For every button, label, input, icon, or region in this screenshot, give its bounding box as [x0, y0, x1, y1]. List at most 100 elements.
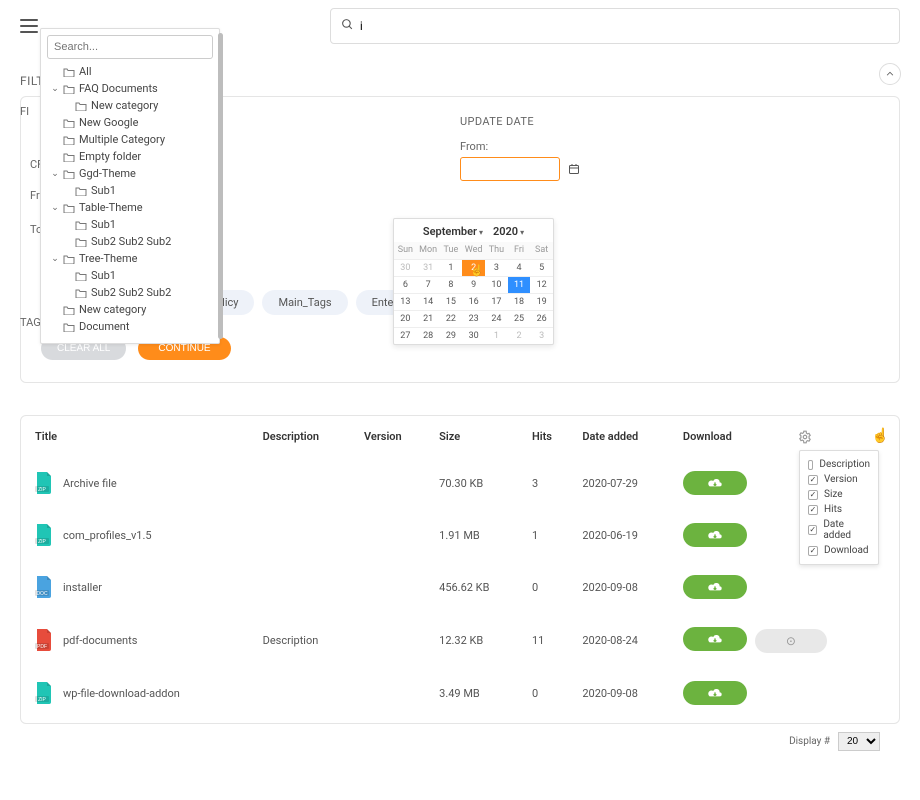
calendar-day[interactable]: 6: [394, 276, 417, 293]
calendar-day[interactable]: 5: [530, 259, 553, 276]
calendar-day[interactable]: 26: [530, 310, 553, 327]
column-toggle-row[interactable]: ✓Size: [808, 487, 870, 502]
tree-search-input[interactable]: [47, 35, 213, 59]
calendar-day[interactable]: 1: [440, 259, 463, 276]
category-tree-panel: All⌄FAQ DocumentsNew categoryNew GoogleM…: [40, 28, 220, 344]
calendar-day[interactable]: 29: [440, 327, 463, 344]
tree-node[interactable]: Sub1: [47, 182, 213, 199]
table-row: ZIPcom_profiles_v1.51.91 MB12020-06-19: [21, 509, 899, 561]
download-button[interactable]: [683, 471, 747, 495]
tree-node[interactable]: New category: [47, 301, 213, 318]
tree-node[interactable]: Document: [47, 318, 213, 335]
search-icon: [341, 18, 354, 34]
calendar-day[interactable]: 3: [530, 327, 553, 344]
download-button[interactable]: [683, 681, 747, 705]
tree-node[interactable]: ⌄Table-Theme: [47, 199, 213, 216]
folder-icon: [75, 186, 87, 196]
menu-toggle[interactable]: [20, 19, 38, 33]
file-title[interactable]: Archive file: [63, 477, 117, 490]
file-title[interactable]: installer: [63, 581, 102, 594]
th-title[interactable]: Title: [21, 416, 255, 457]
file-title[interactable]: com_profiles_v1.5: [63, 529, 152, 542]
folder-icon: [63, 118, 75, 128]
calendar-day[interactable]: 16: [462, 293, 485, 310]
tree-scrollbar[interactable]: [218, 33, 223, 339]
calendar-day[interactable]: 25: [508, 310, 531, 327]
calendar-day[interactable]: 24: [485, 310, 508, 327]
calendar-day[interactable]: 9: [462, 276, 485, 293]
calendar-day[interactable]: 30: [462, 327, 485, 344]
column-toggle-row[interactable]: ✓Hits: [808, 502, 870, 517]
column-toggle-row[interactable]: ✓Download: [808, 543, 870, 558]
svg-text:DOC: DOC: [36, 591, 48, 597]
chevron-down-icon[interactable]: ⌄: [51, 203, 59, 213]
download-button[interactable]: [683, 627, 747, 651]
folder-icon: [75, 288, 87, 298]
calendar-day[interactable]: 30: [394, 259, 417, 276]
tree-node[interactable]: Sub2 Sub2 Sub2: [47, 284, 213, 301]
tree-node[interactable]: All: [47, 63, 213, 80]
tree-node[interactable]: Sub1: [47, 267, 213, 284]
tree-node[interactable]: ⌄FAQ Documents: [47, 80, 213, 97]
column-toggle-row[interactable]: ✓Date added: [808, 517, 870, 543]
calendar-day[interactable]: 11: [508, 276, 531, 293]
calendar-day[interactable]: 27: [394, 327, 417, 344]
download-button[interactable]: [683, 575, 747, 599]
tree-node[interactable]: ⌄Tree-Theme: [47, 250, 213, 267]
tag-pill[interactable]: Main_Tags: [262, 290, 347, 315]
th-version[interactable]: Version: [356, 416, 431, 457]
calendar-day[interactable]: 4: [508, 259, 531, 276]
tree-node[interactable]: Sub1: [47, 216, 213, 233]
tree-node[interactable]: New category: [47, 97, 213, 114]
calendar-day[interactable]: 8: [440, 276, 463, 293]
file-title[interactable]: wp-file-download-addon: [63, 687, 180, 700]
th-size[interactable]: Size: [431, 416, 524, 457]
chevron-down-icon[interactable]: ⌄: [51, 254, 59, 264]
tree-node[interactable]: ⌄ Ggd-Theme: [47, 165, 213, 182]
tree-node[interactable]: Sub2 Sub2 Sub2: [47, 233, 213, 250]
calendar-icon[interactable]: [566, 161, 582, 177]
gear-icon[interactable]: [798, 430, 814, 446]
calendar-day[interactable]: 7: [417, 276, 440, 293]
preview-button[interactable]: ⊙: [755, 629, 827, 653]
scroll-top-button[interactable]: [879, 63, 901, 85]
column-toggle-row[interactable]: Description: [808, 457, 870, 472]
calendar-day[interactable]: 20: [394, 310, 417, 327]
calendar-day[interactable]: 17: [485, 293, 508, 310]
chevron-down-icon[interactable]: ⌄: [51, 84, 59, 94]
calendar-day[interactable]: 2: [462, 259, 485, 276]
tree-node-label: Ggd-Theme: [79, 167, 136, 180]
calendar-month[interactable]: September: [423, 225, 483, 238]
calendar-day[interactable]: 13: [394, 293, 417, 310]
chevron-down-icon[interactable]: ⌄: [51, 169, 59, 179]
tree-node[interactable]: New Google: [47, 114, 213, 131]
calendar-day[interactable]: 18: [508, 293, 531, 310]
calendar-day[interactable]: 31: [417, 259, 440, 276]
calendar-day[interactable]: 15: [440, 293, 463, 310]
calendar-day[interactable]: 12: [530, 276, 553, 293]
tree-node[interactable]: Multiple Category: [47, 131, 213, 148]
calendar-day[interactable]: 22: [440, 310, 463, 327]
th-description[interactable]: Description: [255, 416, 356, 457]
calendar-day[interactable]: 1: [485, 327, 508, 344]
th-hits[interactable]: Hits: [524, 416, 574, 457]
pager-select[interactable]: 20: [838, 732, 880, 751]
update-from-input[interactable]: [460, 157, 560, 181]
column-toggle-row[interactable]: ✓Version: [808, 472, 870, 487]
download-button[interactable]: [683, 523, 747, 547]
th-date[interactable]: Date added: [574, 416, 675, 457]
tree-node[interactable]: Empty folder: [47, 148, 213, 165]
tree-node-label: New category: [79, 303, 146, 316]
calendar-day[interactable]: 23: [462, 310, 485, 327]
calendar-day[interactable]: 28: [417, 327, 440, 344]
calendar-year[interactable]: 2020: [493, 225, 524, 238]
calendar-day[interactable]: 19: [530, 293, 553, 310]
file-title[interactable]: pdf-documents: [63, 634, 137, 647]
calendar-day[interactable]: 3: [485, 259, 508, 276]
column-toggle-label: Size: [824, 489, 843, 500]
calendar-day[interactable]: 2: [508, 327, 531, 344]
calendar-day[interactable]: 10: [485, 276, 508, 293]
calendar-day[interactable]: 14: [417, 293, 440, 310]
calendar-day[interactable]: 21: [417, 310, 440, 327]
main-search-input[interactable]: [360, 19, 889, 33]
